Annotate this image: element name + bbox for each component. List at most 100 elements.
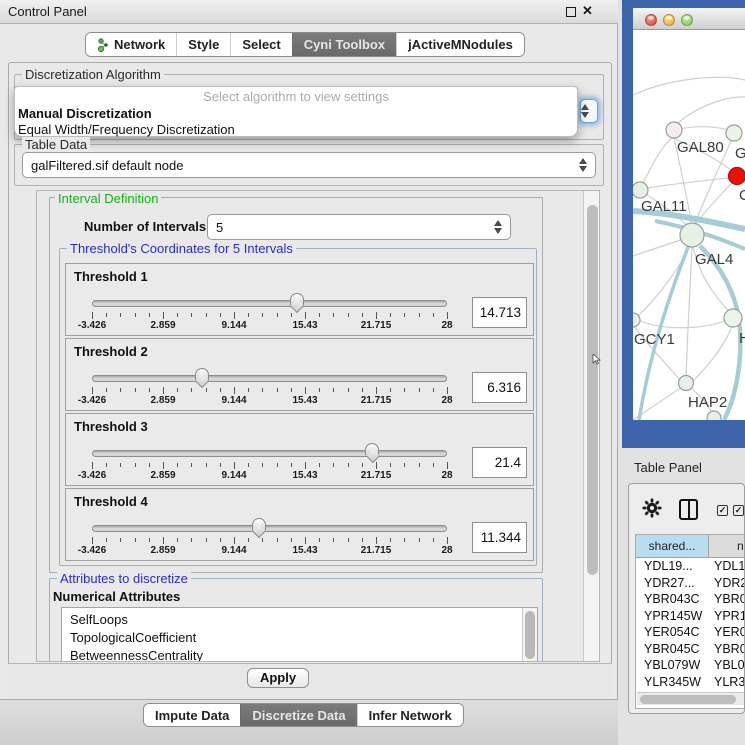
threshold-label: Threshold 1 <box>74 269 148 284</box>
slider-track[interactable] <box>92 450 447 457</box>
settings-scrollpane: Interval Definition Number of Intervals … <box>36 190 600 662</box>
cell-name: YBR0 <box>714 592 745 606</box>
tab-infer-network[interactable]: Infer Network <box>357 704 463 726</box>
attribute-list-item[interactable]: SelfLoops <box>62 611 537 629</box>
cell-name: YDR2 <box>714 576 745 590</box>
threshold-value-field[interactable]: 6.316 <box>472 372 527 403</box>
tab-discretize-data[interactable]: Discretize Data <box>240 704 356 726</box>
slider-thumb[interactable] <box>365 443 379 455</box>
control-panel-titlebar: Control Panel ✕ <box>0 0 618 24</box>
node-label: GAL11 <box>641 198 687 215</box>
slider-track[interactable] <box>92 375 447 382</box>
table-data-combobox[interactable]: galFiltered.sif default node <box>22 152 596 178</box>
table-row[interactable]: YBR045CYBR0 <box>636 641 745 658</box>
threshold-row: Threshold 2 -3.4262.8599.14415.4321.7152… <box>65 338 534 411</box>
cell-name: YBR0 <box>714 642 745 656</box>
number-of-intervals-combobox[interactable]: 5 <box>207 214 511 240</box>
node[interactable] <box>726 125 742 141</box>
table-row[interactable]: YBR043C YBR0 <box>636 591 745 608</box>
table-row[interactable]: YDL19... YDL1 <box>636 558 745 575</box>
slider-thumb[interactable] <box>195 368 209 380</box>
cell-name: YBL0 <box>714 658 745 672</box>
network-icon <box>97 38 109 52</box>
column-header-shared-name[interactable]: shared... <box>636 535 709 558</box>
tab-style[interactable]: Style <box>176 33 230 56</box>
table-row[interactable]: YPR145WYPR1 <box>636 608 745 625</box>
algorithm-placeholder-option[interactable]: Select algorithm to view settings <box>15 89 577 104</box>
network-canvas[interactable]: GAL80 GA C GAL11 GAL4 GCY1 H HAP2 <box>633 30 745 420</box>
node-label: HAP2 <box>688 394 727 411</box>
slider-tick-labels: -3.4262.8599.14415.4321.71528 <box>92 545 447 557</box>
table-rows: YDL19... YDL1 YDR27...YDR2YBR043C YBR0 YPR14… <box>636 558 745 692</box>
close-icon[interactable]: ✕ <box>582 3 593 19</box>
node[interactable] <box>707 411 721 420</box>
node-hap2[interactable] <box>679 376 694 391</box>
cell-name: YDL1 <box>714 559 745 573</box>
settings-scrollbar[interactable] <box>583 191 599 661</box>
node-gal80[interactable] <box>666 122 682 138</box>
node-label: GA <box>735 145 745 162</box>
slider-track[interactable] <box>92 300 447 307</box>
threshold-row: Threshold 1 -3.4262.8599.14415.4321.7152… <box>65 263 534 336</box>
node-selected-red[interactable] <box>729 168 745 185</box>
minimize-traffic-light[interactable] <box>663 14 675 26</box>
threshold-row: Threshold 4 -3.4262.8599.14415.4321.7152… <box>65 488 534 561</box>
node[interactable] <box>724 309 742 327</box>
cell-name: YPR1 <box>714 609 745 623</box>
attribute-list-item[interactable]: BetweennessCentrality <box>62 647 537 662</box>
checkbox-icon[interactable]: ✓ <box>733 505 744 516</box>
tab-select[interactable]: Select <box>230 33 291 56</box>
threshold-label: Threshold 3 <box>74 419 148 434</box>
interval-definition-title: Interval Definition <box>55 191 161 206</box>
cell-shared-name: YBL079W <box>644 658 700 672</box>
tab-label: Cyni Toolbox <box>304 37 385 52</box>
close-traffic-light[interactable] <box>645 14 657 26</box>
table-row[interactable]: YDR27...YDR2 <box>636 575 745 592</box>
slider-track[interactable] <box>92 525 447 532</box>
stepper-arrows-icon <box>494 220 503 234</box>
numerical-attributes-label: Numerical Attributes <box>53 589 180 604</box>
tab-label: Discretize Data <box>252 708 345 723</box>
tab-cyni-toolbox[interactable]: Cyni Toolbox <box>292 33 396 56</box>
threshold-value-field[interactable]: 21.4 <box>472 447 527 478</box>
table-horizontal-scrollbar[interactable] <box>637 692 745 705</box>
threshold-value-field[interactable]: 11.344 <box>472 522 527 553</box>
numerical-attributes-list[interactable]: SelfLoopsTopologicalCoefficientBetweenne… <box>61 607 538 662</box>
tab-label: Network <box>114 37 165 52</box>
column-header-name[interactable]: n <box>709 535 745 558</box>
number-of-intervals-value: 5 <box>216 220 223 235</box>
table-row[interactable]: YBL079W YBL0 <box>636 657 745 674</box>
gear-icon[interactable] <box>642 498 662 523</box>
float-window-icon[interactable] <box>566 7 576 17</box>
algorithm-combobox-stepper[interactable] <box>580 99 598 123</box>
threshold-label: Threshold 4 <box>74 494 148 509</box>
tab-impute-data[interactable]: Impute Data <box>144 704 240 726</box>
apply-button[interactable]: Apply <box>247 668 309 688</box>
slider-thumb[interactable] <box>252 518 266 530</box>
tab-jactivemnodules[interactable]: jActiveMNodules <box>396 33 524 56</box>
node-gal11[interactable] <box>633 182 648 198</box>
threshold-coordinates-title: Threshold's Coordinates for 5 Intervals <box>67 241 296 256</box>
table-row[interactable]: YER054CYER0 <box>636 624 745 641</box>
tab-network[interactable]: Network <box>86 33 176 56</box>
slider-tick-labels: -3.4262.8599.14415.4321.71528 <box>92 320 447 332</box>
table-row[interactable]: YLR345WYLR3 <box>636 674 745 691</box>
algorithm-option-equal-width[interactable]: Equal Width/Frequency Discretization <box>18 122 235 137</box>
table-data-group-title: Table Data <box>22 137 90 152</box>
cell-shared-name: YDL19... <box>644 559 693 573</box>
slider-thumb[interactable] <box>290 293 304 305</box>
cell-shared-name: YBR043C <box>644 592 700 606</box>
slider-tick-labels: -3.4262.8599.14415.4321.71528 <box>92 395 447 407</box>
screen: Control Panel ✕ Network Style Se <box>0 0 745 745</box>
zoom-traffic-light[interactable] <box>681 14 693 26</box>
number-of-intervals-label: Number of Intervals <box>84 219 206 234</box>
node-label: C <box>739 187 745 204</box>
node-gal4[interactable] <box>680 223 704 247</box>
node-label: GAL4 <box>695 251 733 268</box>
column-layout-icon[interactable] <box>679 499 698 520</box>
checkbox-icon[interactable]: ✓ <box>717 505 728 516</box>
algorithm-option-manual[interactable]: Manual Discretization <box>18 106 152 121</box>
attributes-scrollbar[interactable] <box>522 608 537 662</box>
attribute-list-item[interactable]: TopologicalCoefficient <box>62 629 537 647</box>
threshold-value-field[interactable]: 14.713 <box>472 297 527 328</box>
